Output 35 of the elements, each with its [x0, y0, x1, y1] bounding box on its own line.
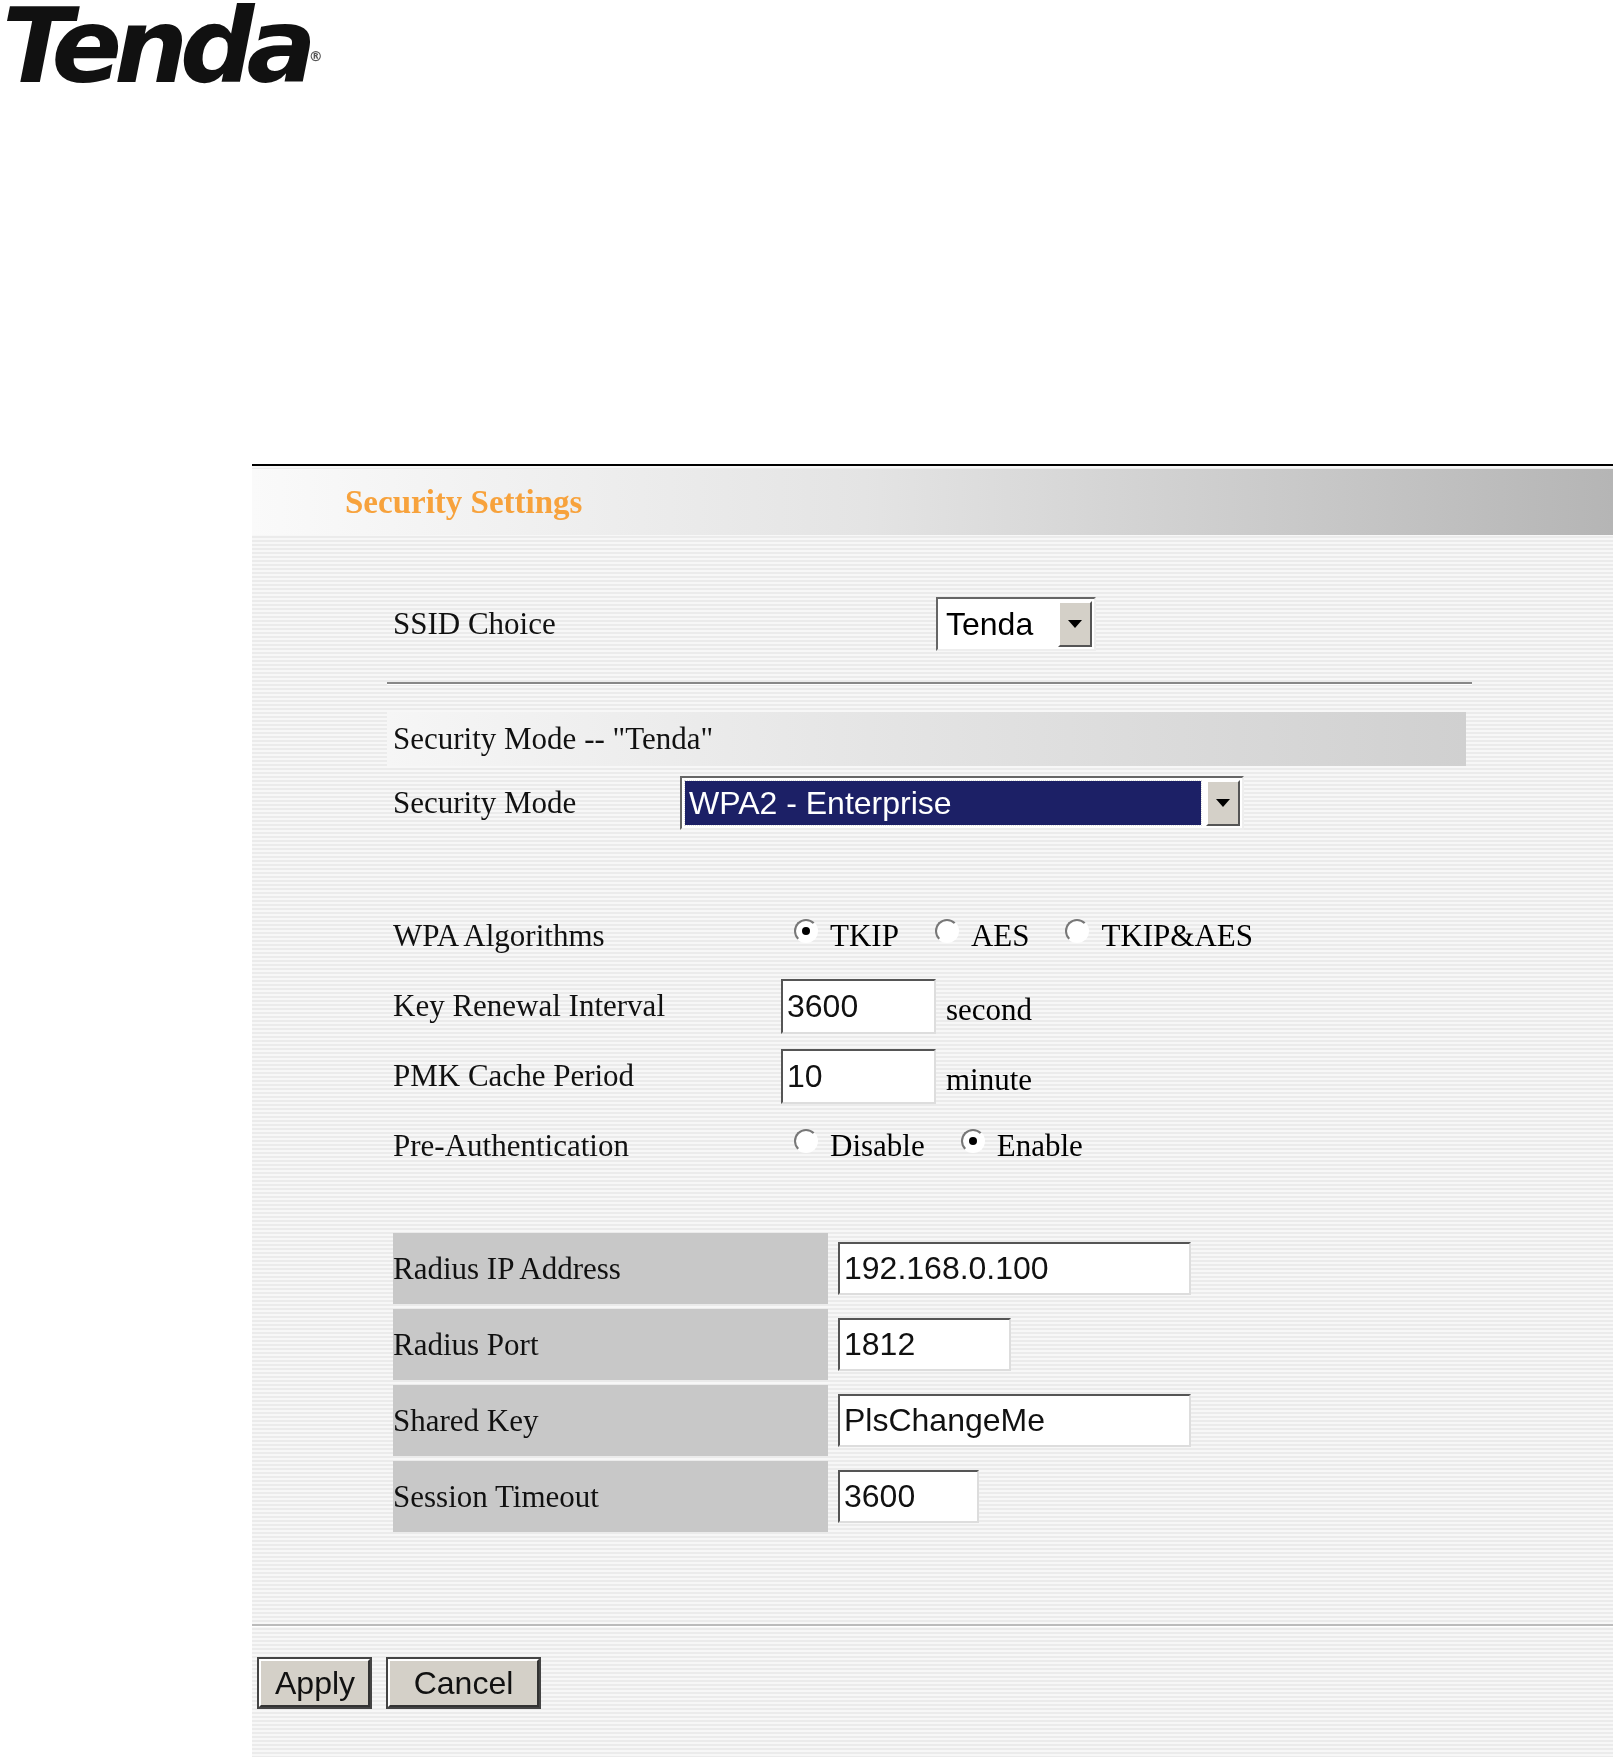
- radio-option[interactable]: TKIP&AES: [1065, 918, 1254, 954]
- ssid-select[interactable]: Tenda: [936, 597, 1096, 651]
- radio-button[interactable]: [960, 1129, 985, 1153]
- field-label: Radius IP Address: [393, 1233, 828, 1304]
- radio-button[interactable]: [1065, 919, 1090, 943]
- field-label: WPA Algorithms: [393, 918, 606, 954]
- field-label: Security Mode: [393, 785, 578, 821]
- input-field[interactable]: 3600: [781, 978, 936, 1034]
- input-field[interactable]: 192.168.0.100: [838, 1242, 1191, 1295]
- panel-title: Security Settings: [345, 483, 583, 521]
- field-label: PMK Cache Period: [393, 1058, 636, 1094]
- radio-button[interactable]: [934, 919, 959, 943]
- unit-label: second: [946, 992, 1033, 1028]
- field-label: Radius Port: [393, 1309, 828, 1380]
- unit-label: minute: [946, 1062, 1033, 1098]
- brand-logo: Tenda$^{®}$: [2, 0, 323, 92]
- field-label: Session Timeout: [393, 1461, 828, 1532]
- radio-button[interactable]: [794, 919, 818, 943]
- security-mode-select[interactable]: WPA2 - Enterprise: [680, 776, 1244, 830]
- field-label: Shared Key: [393, 1385, 828, 1456]
- field-label: SSID Choice: [393, 606, 557, 642]
- field-label: Pre-Authentication: [393, 1128, 630, 1164]
- section-title: Security Mode -- "Tenda": [393, 721, 714, 757]
- radio-button[interactable]: [794, 1129, 818, 1153]
- input-field[interactable]: 10: [781, 1048, 936, 1104]
- radio-option[interactable]: Disable: [794, 1128, 925, 1164]
- radio-option[interactable]: Enable: [960, 1128, 1083, 1164]
- radio-option[interactable]: AES: [934, 918, 1030, 954]
- input-field[interactable]: PlsChangeMe: [838, 1394, 1191, 1447]
- form-button[interactable]: Cancel: [388, 1659, 539, 1707]
- form-button[interactable]: Apply: [259, 1659, 370, 1707]
- input-field[interactable]: 3600: [838, 1470, 979, 1523]
- radio-option[interactable]: TKIP: [794, 918, 899, 954]
- input-field[interactable]: 1812: [838, 1318, 1011, 1371]
- field-label: Key Renewal Interval: [393, 988, 666, 1024]
